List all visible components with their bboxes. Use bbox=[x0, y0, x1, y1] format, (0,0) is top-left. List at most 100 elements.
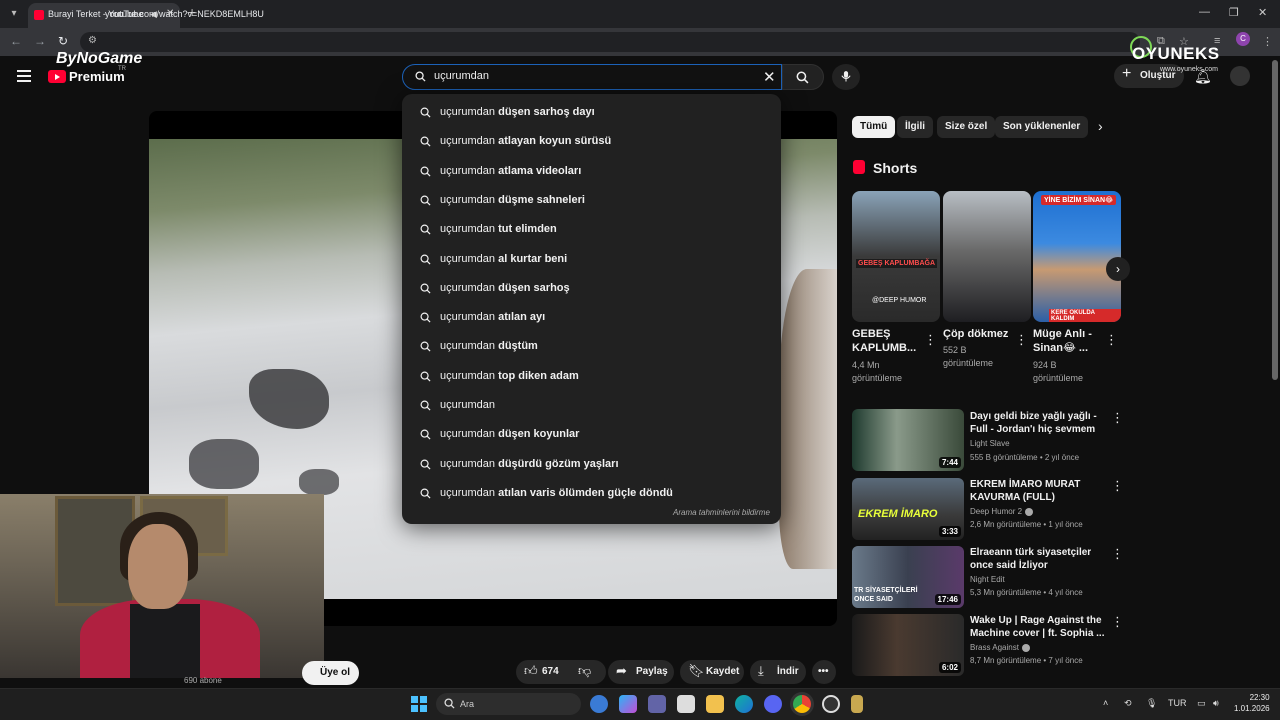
tab-search-icon[interactable]: ▾ bbox=[6, 6, 22, 22]
chip-all[interactable]: Tümü bbox=[852, 116, 896, 138]
chip-for-you[interactable]: Size özel bbox=[937, 116, 996, 138]
search-suggestion[interactable]: uçurumdan atılan ayı bbox=[402, 302, 781, 331]
bynogame-overlay-logo: ByNoGame bbox=[56, 50, 143, 67]
search-suggestion[interactable]: uçurumdan atlayan koyun sürüsü bbox=[402, 126, 781, 155]
shorts-next-button[interactable]: › bbox=[1106, 257, 1130, 281]
search-suggestion[interactable]: uçurumdan düşen sarhoş dayı bbox=[402, 97, 781, 126]
tray-chevron-icon[interactable]: ˄ bbox=[1103, 698, 1108, 708]
join-button[interactable]: Üye ol bbox=[302, 661, 359, 685]
like-count[interactable]: 674 bbox=[542, 666, 559, 677]
tray-volume-icon[interactable]: 🔊︎ bbox=[1213, 698, 1219, 709]
more-actions-button[interactable]: ••• bbox=[812, 660, 836, 684]
guide-menu-icon[interactable] bbox=[17, 70, 31, 82]
tray-mic-icon[interactable]: 🎙︎ bbox=[1146, 698, 1157, 709]
short-thumbnail[interactable]: GEBEŞ KAPLUMBAĞA @DEEP HUMOR bbox=[852, 191, 940, 322]
suggestion-completion: atılan ayı bbox=[495, 311, 546, 324]
search-suggestion[interactable]: uçurumdan atılan varis ölümden güçle dön… bbox=[402, 478, 781, 507]
video-title[interactable]: EKREM İMARO MURAT KAVURMA (FULL) bbox=[970, 478, 1108, 504]
short-title[interactable]: GEBEŞ KAPLUMB... bbox=[852, 327, 924, 355]
search-suggestion[interactable]: uçurumdan düştüm bbox=[402, 331, 781, 360]
short-more-icon[interactable]: ⋮ bbox=[1105, 332, 1118, 348]
url-field[interactable] bbox=[80, 32, 1140, 52]
suggestion-completion: düşen koyunlar bbox=[495, 428, 580, 441]
tray-network-icon[interactable]: ⟲ bbox=[1124, 698, 1132, 709]
short-thumbnail[interactable]: YİNE BİZİM SİNAN😂 KERE OKULDA KALDIM bbox=[1033, 191, 1121, 322]
task-view-icon[interactable] bbox=[590, 695, 608, 713]
voice-search-button[interactable] bbox=[832, 64, 860, 90]
save-button[interactable]: 🔖︎ Kaydet bbox=[680, 660, 744, 684]
reload-icon[interactable]: ↻ bbox=[58, 34, 68, 48]
chips-next-icon[interactable]: › bbox=[1098, 118, 1103, 134]
site-info-icon[interactable]: ⚙ bbox=[88, 35, 97, 46]
store-icon[interactable] bbox=[677, 695, 695, 713]
account-avatar[interactable] bbox=[1230, 66, 1250, 86]
search-suggestion[interactable]: uçurumdan düşme sahneleri bbox=[402, 185, 781, 214]
youtube-logo-icon[interactable] bbox=[48, 70, 66, 83]
taskbar-clock[interactable]: 22:30 1.01.2026 bbox=[1234, 692, 1270, 714]
obs-icon[interactable] bbox=[822, 695, 840, 713]
channel-name[interactable]: Brass Against bbox=[970, 643, 1030, 652]
window-close-icon[interactable]: ✕ bbox=[1258, 6, 1267, 19]
video-thumbnail[interactable]: 7:44 bbox=[852, 409, 964, 471]
clear-search-icon[interactable]: ✕ bbox=[763, 68, 776, 86]
video-title[interactable]: Dayı geldi bize yağlı yağlı - Full - Jor… bbox=[970, 410, 1108, 436]
youtube-premium-label[interactable]: Premium bbox=[69, 69, 125, 84]
dislike-icon[interactable]: 👎︎ bbox=[578, 663, 591, 679]
search-suggestion[interactable]: uçurumdan atlama videoları bbox=[402, 156, 781, 185]
channel-name[interactable]: Deep Humor 2 bbox=[970, 507, 1034, 516]
video-more-icon[interactable]: ⋮ bbox=[1111, 478, 1124, 494]
edge-icon[interactable] bbox=[735, 695, 753, 713]
discord-icon[interactable] bbox=[764, 695, 782, 713]
short-title[interactable]: Çöp dökmez bbox=[943, 327, 1015, 341]
video-title[interactable]: Wake Up | Rage Against the Machine cover… bbox=[970, 614, 1108, 640]
language-indicator[interactable]: TUR bbox=[1168, 698, 1187, 708]
app-icon[interactable] bbox=[851, 695, 863, 713]
short-more-icon[interactable]: ⋮ bbox=[1015, 332, 1028, 348]
search-suggestion[interactable]: uçurumdan düşen sarhoş bbox=[402, 273, 781, 302]
search-button[interactable] bbox=[782, 64, 824, 90]
video-thumbnail[interactable]: TR SİYASETÇİLERİ ONCE SAID 17:46 bbox=[852, 546, 964, 608]
browser-menu-icon[interactable]: ⋮ bbox=[1262, 35, 1273, 48]
search-suggestion[interactable]: uçurumdan al kurtar beni bbox=[402, 244, 781, 273]
search-query-text[interactable]: uçurumdan bbox=[434, 70, 489, 82]
chrome-icon[interactable] bbox=[793, 695, 811, 713]
share-button[interactable]: ➦ Paylaş bbox=[608, 660, 674, 684]
taskbar-search[interactable]: Ara bbox=[436, 693, 581, 715]
profile-avatar[interactable]: C bbox=[1236, 32, 1250, 46]
channel-name[interactable]: Light Slave bbox=[970, 439, 1010, 448]
short-title[interactable]: Müge Anlı - Sinan😂 ... bbox=[1033, 327, 1105, 355]
chip-recent[interactable]: Son yüklenenler bbox=[995, 116, 1089, 138]
video-thumbnail[interactable]: 6:02 bbox=[852, 614, 964, 676]
teams-icon[interactable] bbox=[648, 695, 666, 713]
share-icon: ➦ bbox=[616, 663, 627, 678]
minimize-icon[interactable]: — bbox=[1199, 6, 1210, 18]
channel-name[interactable]: Night Edit bbox=[970, 575, 1005, 584]
video-more-icon[interactable]: ⋮ bbox=[1111, 614, 1124, 630]
download-button[interactable]: ⤓ İndir bbox=[750, 660, 806, 684]
like-icon[interactable]: 👍︎ bbox=[524, 663, 538, 679]
forward-icon[interactable]: → bbox=[34, 34, 46, 48]
short-channel-tag: @DEEP HUMOR bbox=[872, 297, 927, 304]
chip-related[interactable]: İlgili bbox=[897, 116, 933, 138]
page-scrollbar[interactable] bbox=[1272, 60, 1278, 380]
tray-display-icon[interactable]: ▭ bbox=[1197, 698, 1206, 709]
copilot-icon[interactable] bbox=[619, 695, 637, 713]
video-title[interactable]: Elraeann türk siyasetçiler once said İzl… bbox=[970, 546, 1108, 572]
video-more-icon[interactable]: ⋮ bbox=[1111, 410, 1124, 426]
video-duration: 3:33 bbox=[938, 526, 961, 537]
search-suggestion[interactable]: uçurumdan düşen koyunlar bbox=[402, 419, 781, 448]
search-suggestion[interactable]: uçurumdan tut elimden bbox=[402, 214, 781, 243]
video-thumbnail[interactable]: EKREM İMARO 3:33 bbox=[852, 478, 964, 540]
short-thumbnail[interactable] bbox=[943, 191, 1031, 322]
maximize-icon[interactable]: ❐ bbox=[1229, 6, 1239, 19]
short-more-icon[interactable]: ⋮ bbox=[924, 332, 937, 348]
search-suggestion[interactable]: uçurumdan top diken adam bbox=[402, 361, 781, 390]
search-suggestion[interactable]: uçurumdan bbox=[402, 390, 781, 419]
file-explorer-icon[interactable] bbox=[706, 695, 724, 713]
start-menu-icon[interactable] bbox=[411, 696, 427, 712]
short-views: 924 B bbox=[1033, 360, 1057, 370]
video-more-icon[interactable]: ⋮ bbox=[1111, 546, 1124, 562]
report-suggestions-link[interactable]: Arama tahminlerini bildirme bbox=[673, 508, 770, 517]
search-suggestion[interactable]: uçurumdan düşürdü gözüm yaşları bbox=[402, 449, 781, 478]
back-icon[interactable]: ← bbox=[10, 34, 22, 48]
